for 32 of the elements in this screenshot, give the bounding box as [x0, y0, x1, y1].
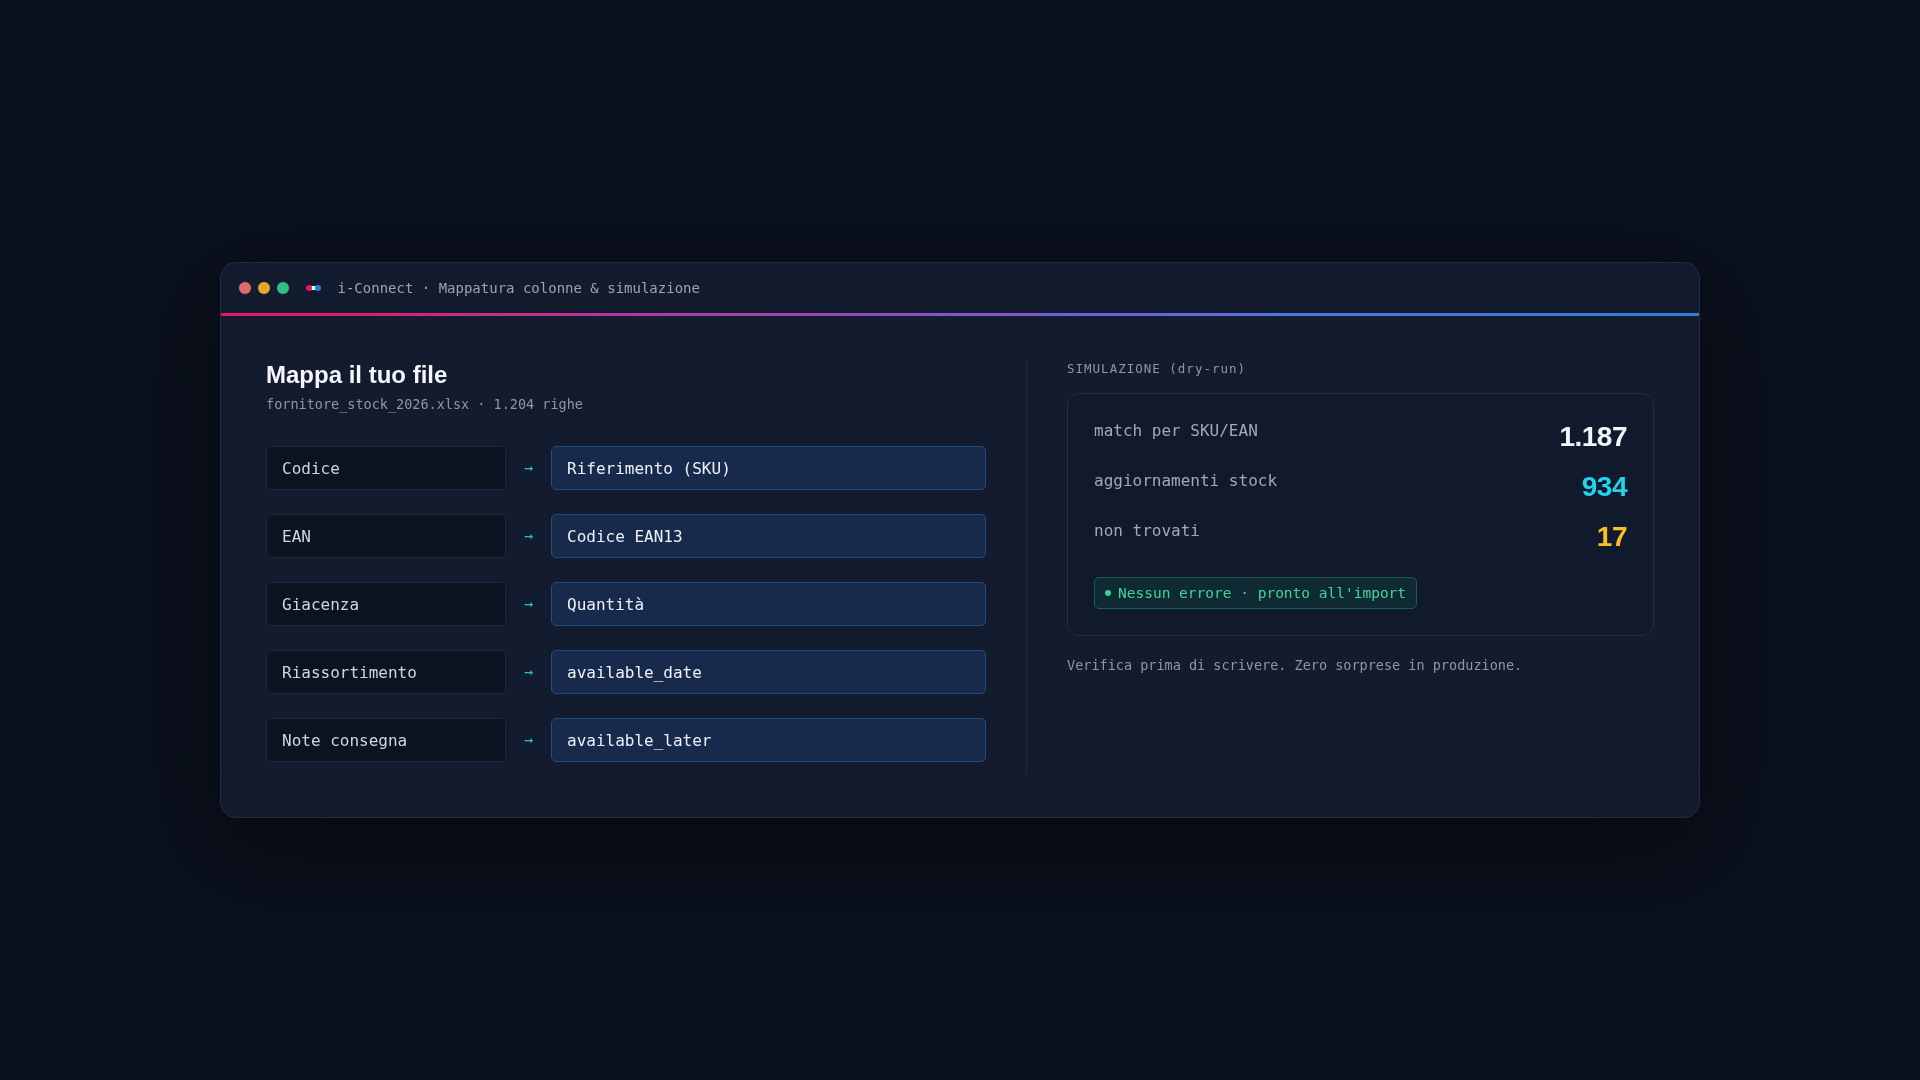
source-column: Giacenza: [266, 582, 506, 626]
arrow-icon: →: [524, 528, 533, 544]
arrow-icon: →: [524, 732, 533, 748]
stat-value: 934: [1581, 470, 1627, 504]
target-field-select[interactable]: Quantità: [551, 582, 986, 626]
target-field-select[interactable]: available_later: [551, 718, 986, 762]
file-info: fornitore_stock_2026.xlsx · 1.204 righe: [266, 395, 583, 414]
footer-note: Verifica prima di scrivere. Zero sorprese in produzione.: [1067, 656, 1523, 675]
maximize-dot-icon[interactable]: [277, 282, 289, 294]
arrow-icon: →: [524, 596, 533, 612]
arrow-icon: →: [524, 460, 533, 476]
source-column: Codice: [266, 446, 506, 490]
source-column: Note consegna: [266, 718, 506, 762]
stat-label: aggiornamenti stock: [1094, 470, 1278, 492]
mapping-heading: Mappa il tuo file: [266, 360, 448, 390]
target-field-select[interactable]: Riferimento (SKU): [551, 446, 986, 490]
target-field-select[interactable]: available_date: [551, 650, 986, 694]
status-text: Nessun errore · pronto all'import: [1118, 584, 1407, 602]
window-title: i-Connect · Mappatura colonne & simulazione: [337, 279, 700, 297]
status-dot-icon: [1105, 590, 1111, 596]
target-field-select[interactable]: Codice EAN13: [551, 514, 986, 558]
stat-value: 17: [1596, 520, 1627, 554]
minimize-dot-icon[interactable]: [258, 282, 270, 294]
close-dot-icon[interactable]: [239, 282, 251, 294]
arrow-icon: →: [524, 664, 533, 680]
stat-label: non trovati: [1094, 520, 1200, 542]
stat-value: 1.187: [1559, 420, 1627, 454]
logo-icon: [305, 285, 321, 291]
stat-label: match per SKU/EAN: [1094, 420, 1258, 442]
section-label: SIMULAZIONE (dry-run): [1067, 360, 1247, 378]
source-column: Riassortimento: [266, 650, 506, 694]
source-column: EAN: [266, 514, 506, 558]
